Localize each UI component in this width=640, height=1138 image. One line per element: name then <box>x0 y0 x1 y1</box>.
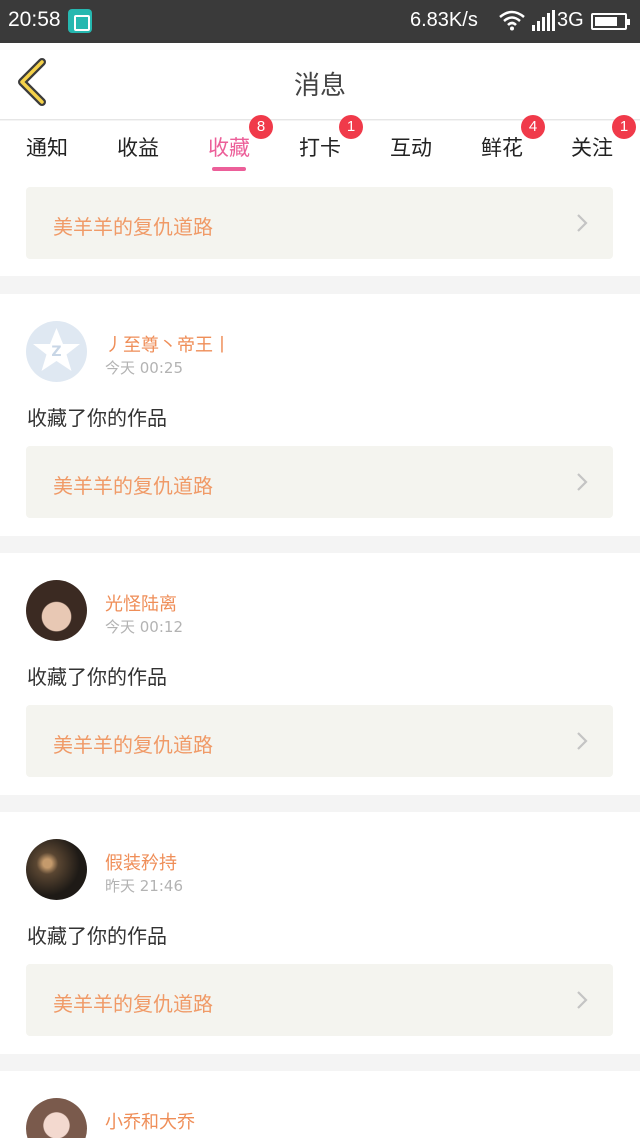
flowers-badge: 4 <box>521 115 545 139</box>
avatar[interactable] <box>26 839 87 900</box>
qq-star-avatar-icon: Z <box>33 328 80 371</box>
signal-icon <box>532 10 556 37</box>
status-net-speed: 6.83K/s <box>410 9 478 31</box>
tab-interaction[interactable]: 互动 <box>390 132 432 162</box>
action-text: 收藏了你的作品 <box>27 665 167 689</box>
checkin-badge: 1 <box>339 115 363 139</box>
avatar[interactable] <box>26 580 87 641</box>
username[interactable]: 光怪陆离 <box>105 590 177 616</box>
list-item: Z 丿至尊丶帝王丨 今天 00:25 收藏了你的作品 美羊羊的复仇道路 <box>0 294 640 536</box>
active-tab-indicator <box>212 167 246 171</box>
username[interactable]: 假装矜持 <box>105 849 177 875</box>
status-time: 20:58 <box>8 8 61 31</box>
list-item: 美羊羊的复仇道路 <box>0 181 640 276</box>
work-link[interactable]: 美羊羊的复仇道路 <box>26 187 613 259</box>
work-title: 美羊羊的复仇道路 <box>53 992 213 1016</box>
chevron-right-icon <box>577 991 588 1009</box>
svg-text:Z: Z <box>51 344 61 360</box>
avatar[interactable]: Z <box>26 321 87 382</box>
work-link[interactable]: 美羊羊的复仇道路 <box>26 446 613 518</box>
tab-flowers[interactable]: 鲜花 <box>481 132 523 162</box>
list-item: 小乔和大乔 <box>0 1071 640 1138</box>
list-item: 假装矜持 昨天 21:46 收藏了你的作品 美羊羊的复仇道路 <box>0 812 640 1054</box>
chevron-right-icon <box>577 473 588 491</box>
work-link[interactable]: 美羊羊的复仇道路 <box>26 964 613 1036</box>
work-title: 美羊羊的复仇道路 <box>53 733 213 757</box>
header: 消息 <box>0 43 640 120</box>
work-link[interactable]: 美羊羊的复仇道路 <box>26 705 613 777</box>
follow-badge: 1 <box>612 115 636 139</box>
status-network: 3G <box>557 9 584 31</box>
tab-favorites[interactable]: 收藏 <box>208 132 250 162</box>
timestamp: 今天 00:12 <box>105 618 183 636</box>
favorites-badge: 8 <box>249 115 273 139</box>
tab-earnings[interactable]: 收益 <box>117 132 159 162</box>
action-text: 收藏了你的作品 <box>27 924 167 948</box>
work-title: 美羊羊的复仇道路 <box>53 474 213 498</box>
action-text: 收藏了你的作品 <box>27 406 167 430</box>
wifi-icon <box>498 9 526 36</box>
status-bar: 20:58 6.83K/s 3G <box>0 0 640 43</box>
timestamp: 昨天 21:46 <box>105 877 183 895</box>
username[interactable]: 小乔和大乔 <box>105 1108 195 1134</box>
tab-checkin[interactable]: 打卡 <box>299 132 341 162</box>
avatar[interactable] <box>26 1098 87 1138</box>
chevron-right-icon <box>577 732 588 750</box>
chevron-right-icon <box>577 214 588 232</box>
page-title: 消息 <box>293 71 346 101</box>
tab-follow[interactable]: 关注 <box>571 132 613 162</box>
tab-bar: 通知 收益 收藏 打卡 互动 鲜花 关注 8 1 4 1 <box>0 115 640 181</box>
timestamp: 今天 00:25 <box>105 359 183 377</box>
work-title: 美羊羊的复仇道路 <box>53 215 213 239</box>
screenshot-icon <box>68 9 92 33</box>
username[interactable]: 丿至尊丶帝王丨 <box>105 331 231 357</box>
tab-notice[interactable]: 通知 <box>26 132 68 162</box>
battery-icon <box>591 13 630 30</box>
list-item: 光怪陆离 今天 00:12 收藏了你的作品 美羊羊的复仇道路 <box>0 553 640 795</box>
